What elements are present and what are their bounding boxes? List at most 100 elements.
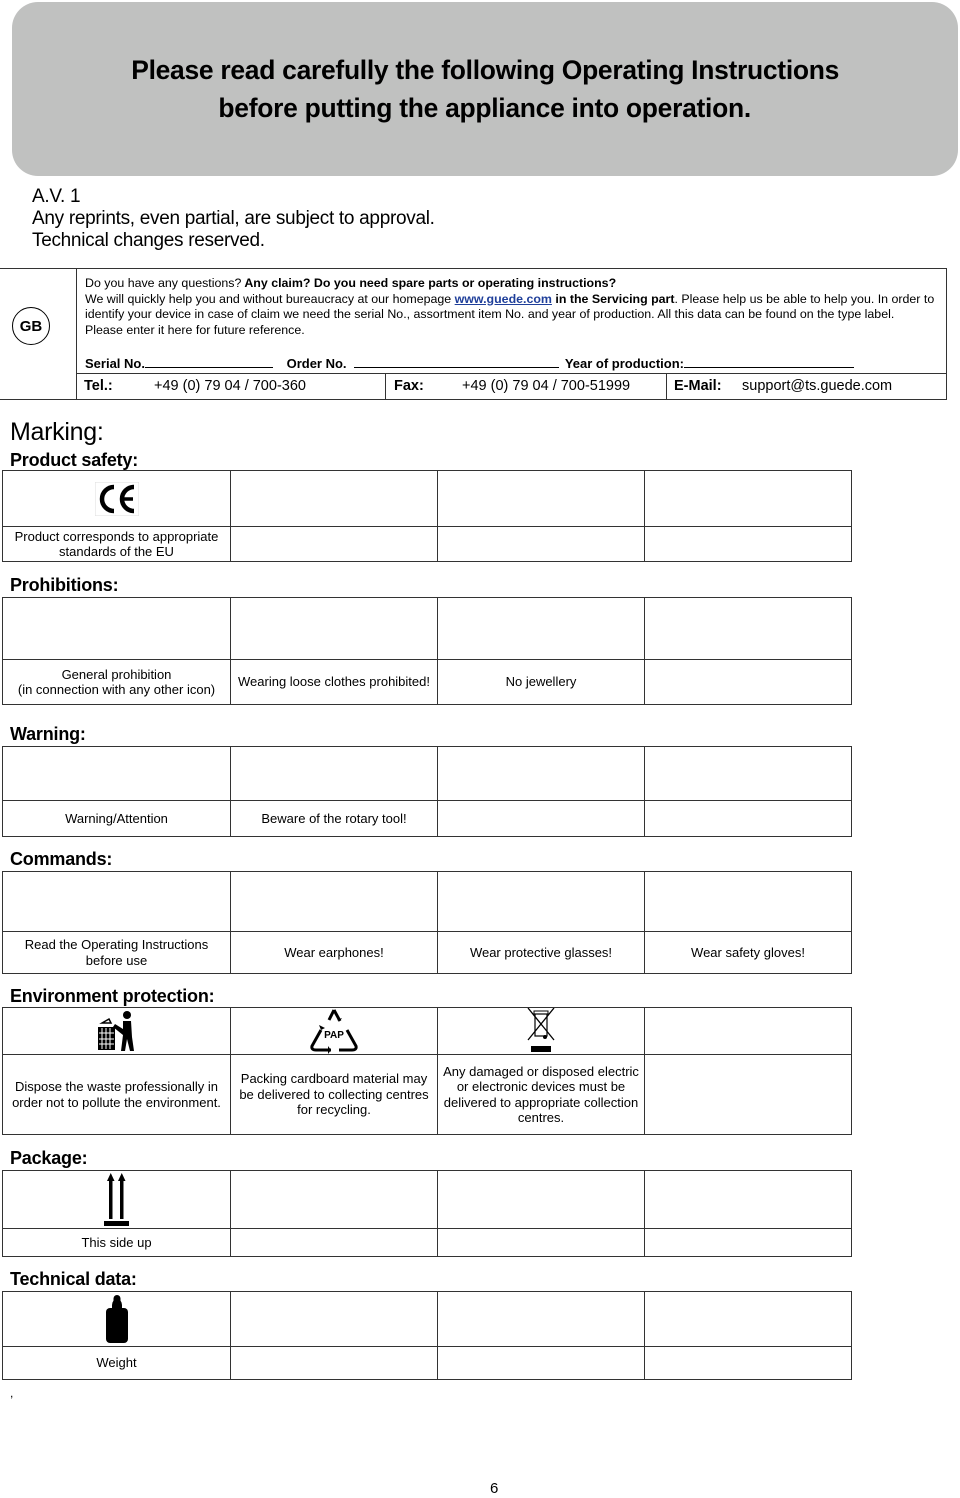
- weight-icon: [105, 1295, 128, 1343]
- symbol-label: Beware of the rotary tool!: [230, 800, 438, 837]
- weee-crossed-bin-icon: [527, 1008, 555, 1052]
- symbol-label: [644, 659, 852, 705]
- symbol-cell: [2, 1007, 231, 1055]
- symbol-label: Dispose the waste professionally in orde…: [2, 1054, 231, 1135]
- ce-mark-icon: [94, 481, 139, 516]
- reference-fields: Serial No. Order No. Year of production:: [85, 355, 854, 371]
- service-text: Do you have any questions? Any claim? Do…: [85, 276, 935, 338]
- contact-divider: [385, 374, 386, 400]
- pap-text: PAP: [324, 1030, 344, 1041]
- tel-label: Tel.:: [84, 378, 113, 394]
- header-banner: Please read carefully the following Oper…: [12, 2, 958, 176]
- warning-table: Warning/Attention Beware of the rotary t…: [2, 746, 852, 837]
- symbol-label: [230, 1228, 438, 1257]
- symbol-cell: [644, 597, 852, 660]
- homepage-link[interactable]: www.guede.com: [455, 292, 552, 306]
- commands-heading: Commands:: [10, 849, 113, 869]
- marking-heading: Marking:: [10, 418, 104, 446]
- changes-notice: Technical changes reserved.: [32, 230, 265, 251]
- symbol-cell: [644, 1291, 852, 1347]
- symbol-label: Wear protective glasses!: [437, 931, 645, 974]
- symbol-cell: [230, 1291, 438, 1347]
- commands-table: Read the Operating Instructions before u…: [2, 871, 852, 974]
- dispose-bin-icon: [97, 1011, 134, 1051]
- fax-label: Fax:: [394, 378, 424, 394]
- symbol-label: Packing cardboard material may be delive…: [230, 1054, 438, 1135]
- contact-divider: [666, 374, 667, 400]
- order-label: Order No.: [286, 356, 347, 371]
- prohibitions-heading: Prohibitions:: [10, 575, 119, 595]
- page-number: 6: [490, 1480, 499, 1497]
- symbol-cell: [437, 1170, 645, 1229]
- symbol-cell: [437, 746, 645, 801]
- reprints-notice: Any reprints, even partial, are subject …: [32, 208, 435, 229]
- package-heading: Package:: [10, 1148, 88, 1168]
- symbol-label: [230, 1346, 438, 1380]
- symbol-cell: [644, 1170, 852, 1229]
- warning-heading: Warning:: [10, 724, 86, 744]
- document-meta: A.V. 1 Any reprints, even partial, are s…: [32, 186, 435, 252]
- product-safety-table: Product corresponds to appropriate stand…: [2, 470, 852, 562]
- symbol-cell: [437, 1291, 645, 1347]
- symbol-label: [644, 1054, 852, 1135]
- environment-heading: Environment protection:: [10, 986, 215, 1006]
- service-info-box: GB Do you have any questions? Any claim?…: [0, 268, 947, 400]
- symbol-label: [437, 1228, 645, 1257]
- symbol-label: [230, 526, 438, 562]
- help-text-bold: in the Servicing part: [551, 291, 675, 306]
- symbol-label: [437, 526, 645, 562]
- symbol-label: [644, 1346, 852, 1380]
- country-cell: GB: [0, 269, 77, 399]
- symbol-cell: PAP: [230, 1007, 438, 1055]
- symbol-label: No jewellery: [437, 659, 645, 705]
- symbol-cell: [2, 1170, 231, 1229]
- symbol-cell: [644, 1007, 852, 1055]
- email-label: E-Mail:: [674, 378, 722, 394]
- environment-table: PAP Dispose the waste professionally in …: [2, 1007, 852, 1135]
- question-bold: Any claim? Do you need spare parts or op…: [241, 276, 617, 290]
- symbol-cell: [2, 1291, 231, 1347]
- recycle-pap-icon: PAP: [310, 1009, 358, 1054]
- symbol-cell: [437, 597, 645, 660]
- symbol-cell: [230, 871, 438, 932]
- question-plain: Do you have any questions?: [85, 276, 242, 290]
- banner-line-2: before putting the appliance into operat…: [218, 93, 752, 123]
- symbol-label: [437, 800, 645, 837]
- symbol-label: Weight: [2, 1346, 231, 1380]
- symbol-cell: [230, 470, 438, 527]
- symbol-cell: [644, 746, 852, 801]
- prohibitions-table: General prohibition (in connection with …: [2, 597, 852, 705]
- version-label: A.V. 1: [32, 186, 81, 207]
- symbol-cell: [230, 746, 438, 801]
- symbol-label: General prohibition (in connection with …: [2, 659, 231, 705]
- technical-data-table: Weight: [2, 1291, 852, 1380]
- this-side-up-icon: [103, 1172, 129, 1226]
- symbol-label: Product corresponds to appropriate stand…: [2, 526, 231, 562]
- email-value[interactable]: support@ts.guede.com: [742, 378, 892, 394]
- symbol-label: Wear earphones!: [230, 931, 438, 974]
- serial-field[interactable]: [144, 355, 273, 368]
- symbol-label: [644, 800, 852, 837]
- symbol-cell: [2, 597, 231, 660]
- country-badge: GB: [12, 307, 50, 345]
- banner-line-1: Please read carefully the following Oper…: [131, 55, 839, 85]
- order-field[interactable]: [354, 355, 560, 368]
- symbol-label: This side up: [2, 1228, 231, 1257]
- tel-value: +49 (0) 79 04 / 700-360: [154, 378, 306, 394]
- stray-mark: ,: [10, 1386, 14, 1400]
- symbol-cell: [437, 470, 645, 527]
- symbol-cell: [230, 1170, 438, 1229]
- symbol-label: Warning/Attention: [2, 800, 231, 837]
- technical-data-heading: Technical data:: [10, 1269, 137, 1289]
- symbol-label: Wear safety gloves!: [644, 931, 852, 974]
- symbol-cell: [230, 597, 438, 660]
- symbol-cell: [437, 871, 645, 932]
- symbol-label: Any damaged or disposed electric or elec…: [437, 1054, 645, 1135]
- symbol-label: [644, 526, 852, 562]
- package-table: This side up: [2, 1170, 852, 1257]
- fax-value: +49 (0) 79 04 / 700-51999: [462, 378, 631, 394]
- symbol-cell: [437, 1007, 645, 1055]
- symbol-cell: [644, 470, 852, 527]
- year-field[interactable]: [683, 355, 854, 368]
- symbol-cell: [2, 871, 231, 932]
